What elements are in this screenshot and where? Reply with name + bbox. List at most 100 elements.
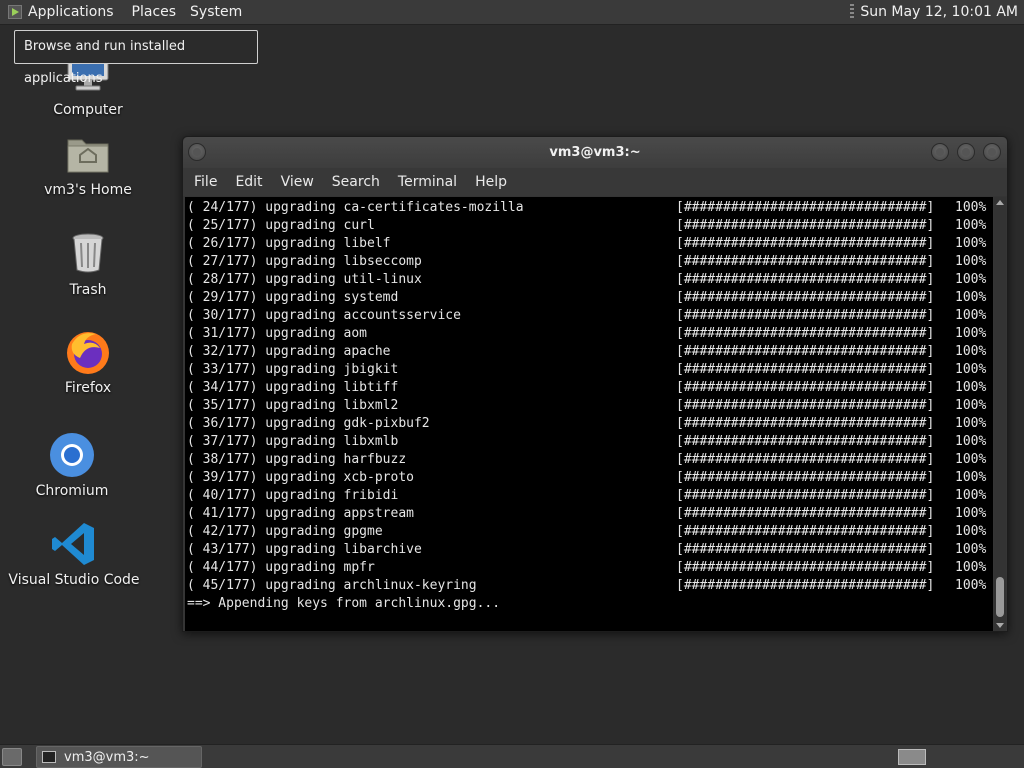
progress-percent: 100% (955, 308, 987, 323)
desktop-icon-vscode[interactable]: Visual Studio Code (0, 520, 149, 588)
progress-percent: 100% (955, 434, 987, 449)
menu-view[interactable]: View (272, 168, 323, 196)
applications-tooltip: Browse and run installed applications (14, 30, 258, 86)
menu-search[interactable]: Search (323, 168, 389, 196)
line-text: ( 31/177) upgrading aom (187, 326, 368, 341)
line-text: ( 44/177) upgrading mpfr (187, 560, 375, 575)
progress-bar-text: [###############################] (676, 542, 935, 557)
minimize-button[interactable] (931, 143, 949, 161)
taskbar-window-button[interactable]: vm3@vm3:~ (36, 746, 202, 768)
terminal-line: ( 42/177) upgrading gpgme [##############… (187, 523, 993, 541)
terminal-line: ( 31/177) upgrading aom [################… (187, 325, 993, 343)
terminal-scrollbar[interactable] (994, 197, 1006, 631)
places-menu[interactable]: Places (125, 0, 184, 25)
progress-percent: 100% (955, 200, 987, 215)
terminal-status-line: ==> Appending keys from archlinux.gpg... (187, 596, 501, 611)
terminal-icon (42, 751, 56, 763)
progress-bar-text: [###############################] (676, 560, 935, 575)
terminal-menubar: File Edit View Search Terminal Help (183, 168, 1007, 196)
clock[interactable]: Sun May 12, 10:01 AM (860, 4, 1024, 20)
scroll-down-icon[interactable] (996, 623, 1004, 628)
progress-percent: 100% (955, 452, 987, 467)
progress-percent: 100% (955, 290, 987, 305)
show-desktop-icon[interactable] (2, 748, 22, 766)
progress-percent: 100% (955, 470, 987, 485)
applications-menu-label: Applications (28, 3, 114, 20)
panel-handle-icon[interactable] (850, 4, 855, 20)
terminal-line: ( 25/177) upgrading curl [###############… (187, 217, 993, 235)
menu-file[interactable]: File (185, 168, 226, 196)
line-text: ( 30/177) upgrading accountsservice (187, 308, 461, 323)
terminal-line: ( 24/177) upgrading ca-certificates-mozi… (187, 199, 993, 217)
progress-percent: 100% (955, 416, 987, 431)
terminal-line: ( 28/177) upgrading util-linux [#########… (187, 271, 993, 289)
progress-percent: 100% (955, 344, 987, 359)
terminal-output[interactable]: ( 24/177) upgrading ca-certificates-mozi… (185, 197, 993, 631)
line-text: ( 38/177) upgrading harfbuzz (187, 452, 407, 467)
line-text: ( 40/177) upgrading fribidi (187, 488, 399, 503)
progress-percent: 100% (955, 488, 987, 503)
terminal-line: ( 41/177) upgrading appstream [##########… (187, 505, 993, 523)
terminal-line: ( 33/177) upgrading jbigkit [############… (187, 361, 993, 379)
progress-percent: 100% (955, 236, 987, 251)
terminal-window[interactable]: vm3@vm3:~ File Edit View Search Terminal… (182, 136, 1008, 632)
terminal-line: ( 32/177) upgrading apache [#############… (187, 343, 993, 361)
terminal-line: ( 34/177) upgrading libtiff [############… (187, 379, 993, 397)
progress-bar-text: [###############################] (676, 488, 935, 503)
progress-bar-text: [###############################] (676, 290, 935, 305)
line-text: ( 25/177) upgrading curl (187, 218, 375, 233)
menu-help[interactable]: Help (466, 168, 516, 196)
bottom-panel: vm3@vm3:~ (0, 744, 1024, 768)
menu-terminal[interactable]: Terminal (389, 168, 466, 196)
progress-bar-text: [###############################] (676, 434, 935, 449)
terminal-line: ( 36/177) upgrading gdk-pixbuf2 [########… (187, 415, 993, 433)
terminal-titlebar[interactable]: vm3@vm3:~ (183, 137, 1007, 168)
progress-bar-text: [###############################] (676, 470, 935, 485)
progress-bar-text: [###############################] (676, 506, 935, 521)
scroll-thumb[interactable] (996, 577, 1004, 617)
home-folder-icon (64, 130, 112, 178)
line-text: ( 37/177) upgrading libxmlb (187, 434, 399, 449)
terminal-line: ( 37/177) upgrading libxmlb [############… (187, 433, 993, 451)
line-text: ( 43/177) upgrading libarchive (187, 542, 422, 557)
progress-percent: 100% (955, 542, 987, 557)
progress-percent: 100% (955, 326, 987, 341)
chromium-icon (48, 431, 96, 479)
terminal-line: ( 27/177) upgrading libseccomp [#########… (187, 253, 993, 271)
progress-bar-text: [###############################] (676, 344, 935, 359)
line-text: ( 33/177) upgrading jbigkit (187, 362, 399, 377)
progress-bar-text: [###############################] (676, 218, 935, 233)
progress-percent: 100% (955, 560, 987, 575)
scroll-up-icon[interactable] (996, 200, 1004, 205)
close-button[interactable] (983, 143, 1001, 161)
desktop-icon-home[interactable]: vm3's Home (13, 130, 163, 198)
progress-percent: 100% (955, 272, 987, 287)
desktop-icon-label: Trash (69, 282, 107, 298)
terminal-line: ( 30/177) upgrading accountsservice [####… (187, 307, 993, 325)
terminal-line: ( 29/177) upgrading systemd [############… (187, 289, 993, 307)
desktop-icon-label: vm3's Home (44, 182, 132, 198)
line-text: ( 42/177) upgrading gpgme (187, 524, 383, 539)
progress-percent: 100% (955, 506, 987, 521)
menu-edit[interactable]: Edit (226, 168, 271, 196)
desktop-icon-trash[interactable]: Trash (13, 230, 163, 298)
workspace-switcher[interactable] (898, 749, 926, 765)
terminal-line: ( 44/177) upgrading mpfr [###############… (187, 559, 993, 577)
line-text: ( 36/177) upgrading gdk-pixbuf2 (187, 416, 430, 431)
desktop-icon-firefox[interactable]: Firefox (13, 328, 163, 396)
system-menu[interactable]: System (183, 0, 249, 25)
maximize-button[interactable] (957, 143, 975, 161)
progress-percent: 100% (955, 254, 987, 269)
line-text: ( 29/177) upgrading systemd (187, 290, 399, 305)
progress-percent: 100% (955, 380, 987, 395)
window-title: vm3@vm3:~ (549, 145, 641, 160)
applications-menu[interactable]: Applications (0, 0, 125, 25)
line-text: ( 34/177) upgrading libtiff (187, 380, 399, 395)
desktop-icon-chromium[interactable]: Chromium (0, 431, 147, 499)
progress-bar-text: [###############################] (676, 416, 935, 431)
progress-bar-text: [###############################] (676, 272, 935, 287)
desktop-icon-label: Chromium (35, 483, 109, 499)
line-text: ( 26/177) upgrading libelf (187, 236, 391, 251)
terminal-line: ( 43/177) upgrading libarchive [#########… (187, 541, 993, 559)
terminal-line: ( 39/177) upgrading xcb-proto [##########… (187, 469, 993, 487)
